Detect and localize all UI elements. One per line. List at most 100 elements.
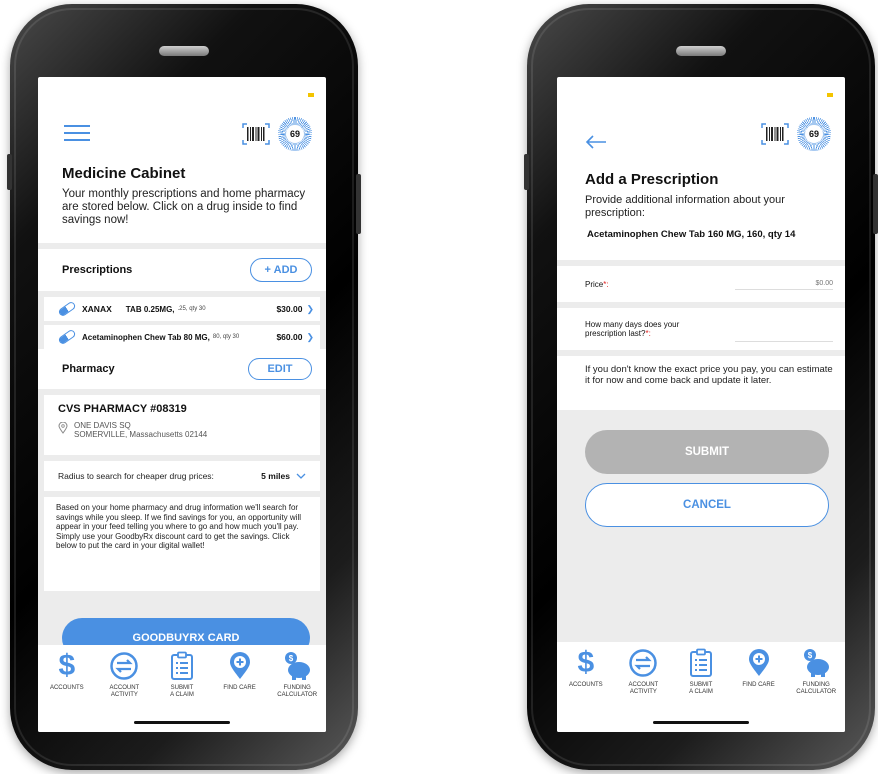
rx-price: $30.00: [276, 304, 303, 314]
rx-name: XANAX: [82, 304, 112, 314]
nav-account-activity[interactable]: ACCOUNT ACTIVITY: [617, 648, 669, 732]
nav-find-care[interactable]: FIND CARE: [214, 651, 266, 732]
add-prescription-button[interactable]: + ADD: [250, 258, 312, 282]
nav-label: SUBMIT: [689, 682, 713, 688]
nav-label: ACCOUNTS: [568, 682, 603, 688]
pharmacy-name: CVS PHARMACY #08319: [58, 403, 187, 415]
header-icons: 69: [242, 117, 312, 151]
price-note: If you don't know the exact price you pa…: [557, 356, 845, 410]
phone-speaker: [159, 46, 209, 56]
medicine-cabinet-screen: 69 Medicine Cabinet Your monthly prescri…: [38, 77, 326, 732]
barcode-scan-icon[interactable]: [761, 123, 789, 145]
days-input[interactable]: [735, 330, 833, 342]
address-line-2: SOMERVILLE, Massachusetts 02144: [74, 430, 208, 439]
nav-submit-claim[interactable]: SUBMIT A CLAIM: [675, 648, 727, 732]
price-note-text: If you don't know the exact price you pa…: [585, 364, 833, 386]
radius-label: Radius to search for cheaper drug prices…: [58, 471, 214, 481]
nav-label: FIND CARE: [223, 685, 256, 691]
phone-frame-right: 69 Add a Prescription Provide additional…: [524, 4, 878, 770]
nav-account-activity[interactable]: ACCOUNT ACTIVITY: [98, 651, 150, 732]
nav-find-care[interactable]: FIND CARE: [733, 648, 785, 732]
home-indicator: [134, 721, 230, 724]
location-plus-icon: [228, 651, 252, 681]
address-line-1: ONE DAVIS SQ: [74, 421, 131, 430]
nav-accounts[interactable]: $ ACCOUNTS: [560, 648, 612, 732]
nav-label: ACTIVITY: [110, 692, 138, 698]
radius-row[interactable]: Radius to search for cheaper drug prices…: [44, 461, 320, 491]
nav-label: ACCOUNT: [628, 682, 659, 688]
rx-name: Acetaminophen Chew Tab 80 MG,: [82, 332, 210, 342]
nav-accounts[interactable]: $ ACCOUNTS: [41, 651, 93, 732]
nav-label: ACTIVITY: [629, 689, 657, 695]
chevron-right-icon: ❯: [306, 303, 314, 314]
status-indicator: [308, 93, 314, 97]
price-input[interactable]: [735, 278, 833, 290]
rx-detail: TAB 0.25MG,: [125, 304, 175, 314]
page-title: Add a Prescription: [585, 171, 719, 188]
hamburger-menu-icon[interactable]: [64, 125, 90, 143]
price-label: Price: [585, 279, 604, 289]
nav-label: CALCULATOR: [277, 692, 318, 698]
nav-label: ACCOUNT: [109, 685, 140, 691]
cancel-label: CANCEL: [683, 499, 731, 511]
days-label: prescription last?: [585, 329, 646, 338]
page-intro: Provide additional information about you…: [585, 194, 785, 219]
nav-label: FUNDING: [283, 685, 311, 691]
nav-funding-calculator[interactable]: $ FUNDING CALCULATOR: [271, 651, 323, 732]
volume-button: [524, 154, 529, 190]
add-prescription-screen: 69 Add a Prescription Provide additional…: [557, 77, 845, 732]
savings-info: Based on your home pharmacy and drug inf…: [44, 497, 320, 591]
bottom-nav: $ ACCOUNTS ACCOUNT ACTIVITY SUBMIT A CLAIM: [38, 645, 326, 732]
nav-label: FIND CARE: [742, 682, 775, 688]
edit-pharmacy-button[interactable]: EDIT: [248, 358, 312, 380]
prescription-row-xanax[interactable]: XANAX TAB 0.25MG, .25, qty 30 $30.00 ❯: [44, 297, 320, 321]
prescription-row-acetaminophen[interactable]: Acetaminophen Chew Tab 80 MG, 80, qty 30…: [44, 325, 320, 349]
score-value: 69: [805, 125, 823, 143]
back-arrow-icon[interactable]: [585, 135, 607, 149]
chevron-right-icon: ❯: [306, 331, 314, 342]
nav-label: FUNDING: [802, 682, 830, 688]
prescriptions-header: Prescriptions + ADD: [38, 249, 326, 291]
volume-button: [7, 154, 12, 190]
pharmacy-card[interactable]: CVS PHARMACY #08319 ONE DAVIS SQ SOMERVI…: [44, 395, 320, 455]
pill-icon: [57, 300, 77, 318]
clipboard-icon: [170, 651, 194, 681]
rx-detail-small: .25, qty 30: [177, 306, 206, 312]
transfer-icon: [628, 648, 658, 678]
piggy-bank-icon: $: [800, 648, 832, 678]
phone-frame-left: 69 Medicine Cabinet Your monthly prescri…: [7, 4, 361, 770]
pharmacy-label: Pharmacy: [62, 363, 115, 375]
rx-price: $60.00: [276, 332, 303, 342]
nav-submit-claim[interactable]: SUBMIT A CLAIM: [156, 651, 208, 732]
nav-funding-calculator[interactable]: $ FUNDING CALCULATOR: [790, 648, 842, 732]
bottom-nav: $ ACCOUNTS ACCOUNT ACTIVITY SUBMIT A CLAIM: [557, 642, 845, 732]
required-marker: *:: [603, 279, 609, 289]
dollar-icon: $: [58, 649, 76, 682]
radius-value: 5 miles: [261, 471, 290, 481]
home-indicator: [653, 721, 749, 724]
power-button: [356, 174, 361, 234]
score-value: 69: [286, 125, 304, 143]
page-title: Medicine Cabinet: [62, 165, 186, 182]
nav-label: ACCOUNTS: [49, 685, 84, 691]
header-icons: 69: [761, 117, 831, 151]
location-plus-icon: [747, 648, 771, 678]
savings-info-text: Based on your home pharmacy and drug inf…: [56, 503, 302, 551]
submit-button[interactable]: SUBMIT: [585, 430, 829, 474]
goodbuyrx-card-label: GOODBUYRX CARD: [132, 632, 240, 644]
nav-label: A CLAIM: [689, 689, 713, 695]
phone-speaker: [676, 46, 726, 56]
pharmacy-header: Pharmacy EDIT: [38, 349, 326, 389]
clipboard-icon: [689, 648, 713, 678]
barcode-scan-icon[interactable]: [242, 123, 270, 145]
score-badge[interactable]: 69: [278, 117, 312, 151]
required-marker: *:: [645, 329, 651, 338]
rx-detail-small: 80, qty 30: [212, 334, 240, 340]
prescriptions-label: Prescriptions: [62, 264, 133, 276]
svg-text:$: $: [289, 654, 294, 663]
score-badge[interactable]: 69: [797, 117, 831, 151]
submit-label: SUBMIT: [684, 446, 730, 458]
cancel-button[interactable]: CANCEL: [585, 483, 829, 527]
pill-icon: [57, 328, 77, 346]
days-field-row: How many days does your prescription las…: [557, 308, 845, 350]
